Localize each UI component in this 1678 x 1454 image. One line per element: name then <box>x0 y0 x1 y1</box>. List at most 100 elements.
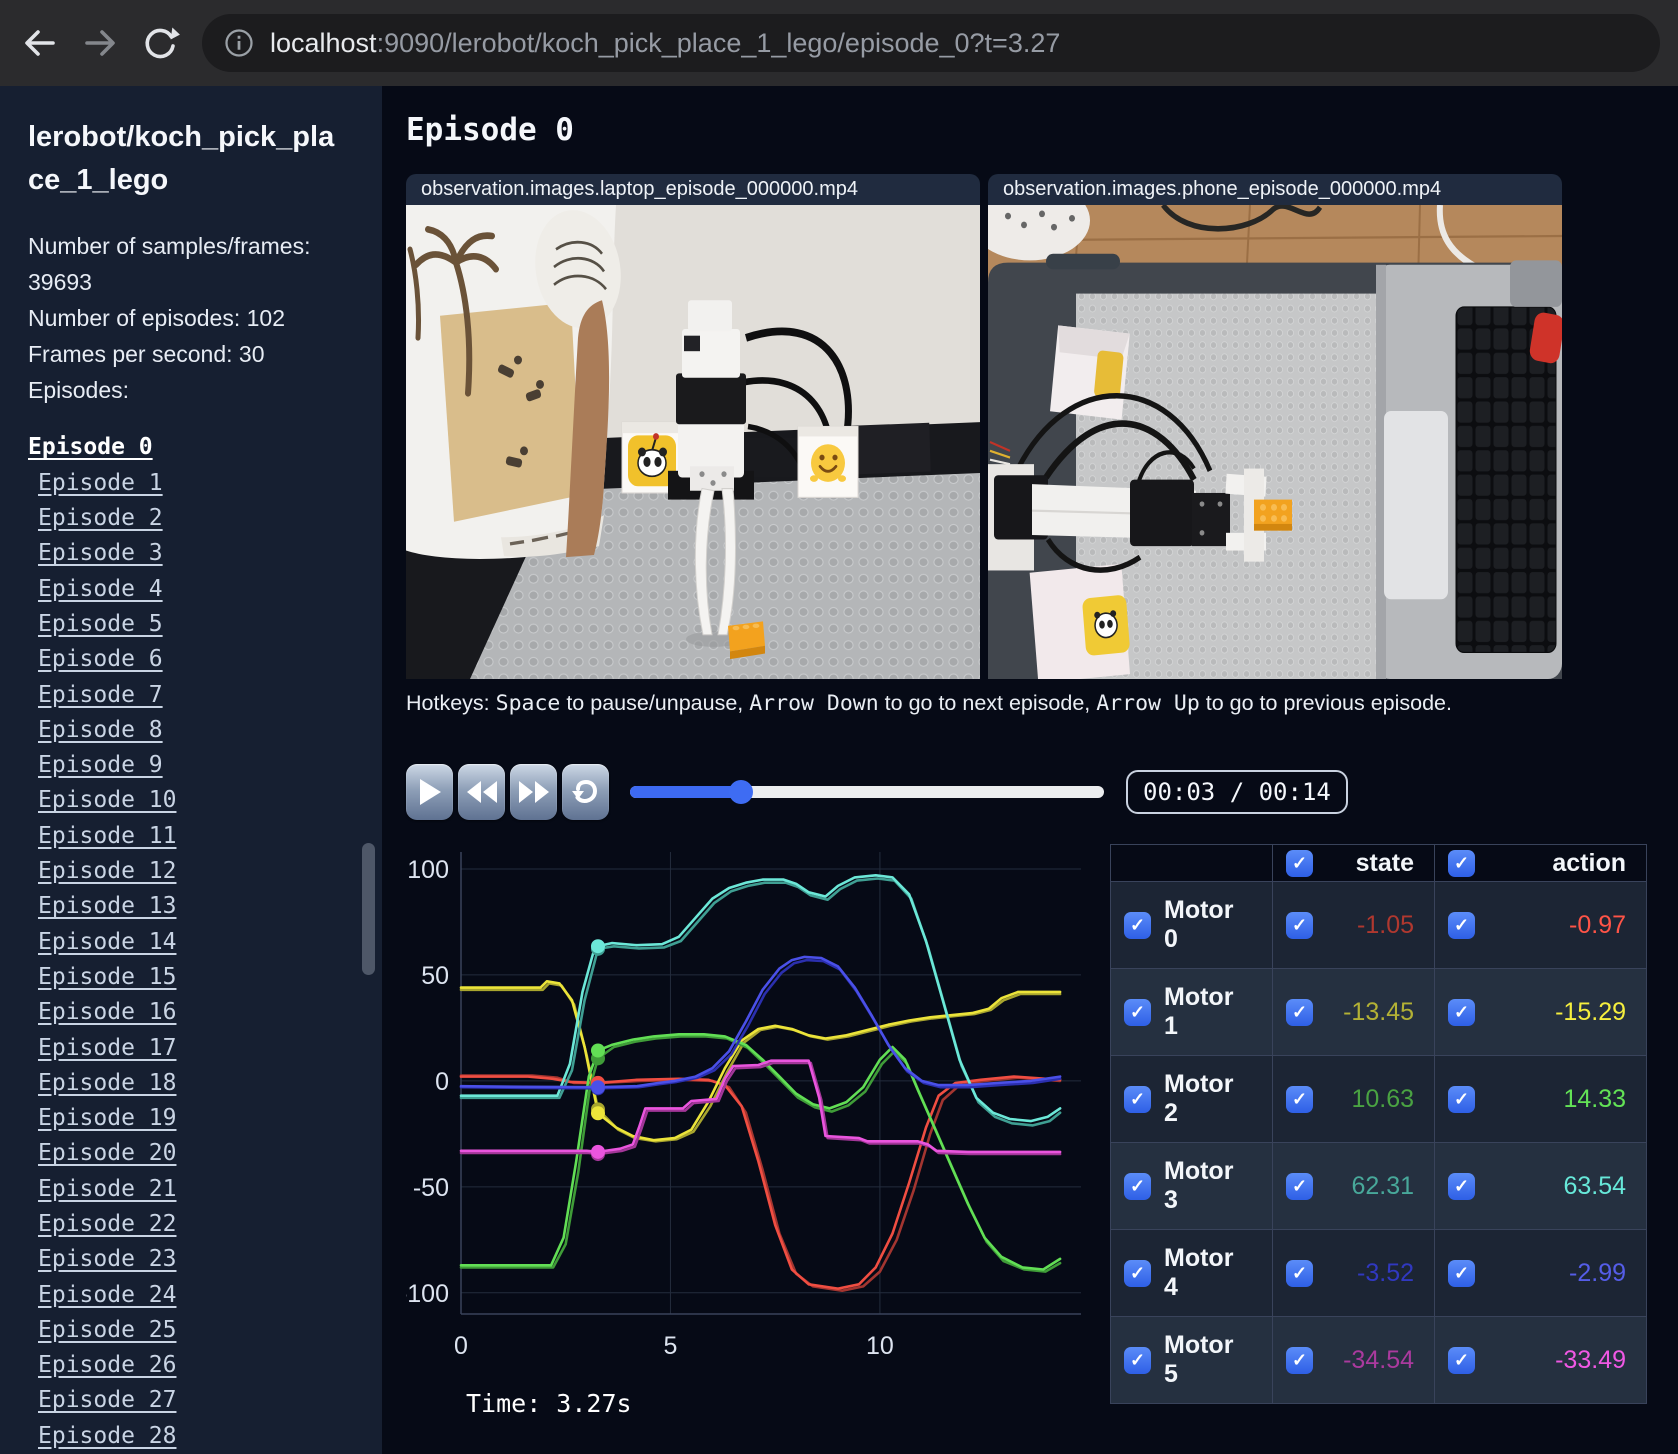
motor-label: Motor 0 <box>1164 896 1234 953</box>
episode-list-item: Episode 27 <box>28 1383 364 1418</box>
sidebar: lerobot/koch_pick_place_1_lego Number of… <box>0 86 382 1454</box>
episode-link-episode-3[interactable]: Episode 3 <box>38 540 163 566</box>
current-time-dot <box>590 1043 605 1058</box>
episode-link-episode-1[interactable]: Episode 1 <box>38 470 163 496</box>
episode-link-episode-2[interactable]: Episode 2 <box>38 505 163 531</box>
checkbox[interactable] <box>1124 1085 1151 1113</box>
episode-link-episode-13[interactable]: Episode 13 <box>38 893 176 919</box>
episode-link-episode-18[interactable]: Episode 18 <box>38 1070 176 1096</box>
forward-arrow-icon[interactable] <box>80 23 120 63</box>
episode-link-episode-0[interactable]: Episode 0 <box>28 434 153 460</box>
checkbox[interactable] <box>1124 1172 1151 1200</box>
episode-link-episode-25[interactable]: Episode 25 <box>38 1317 176 1343</box>
checkbox[interactable] <box>1448 998 1475 1026</box>
checkbox[interactable] <box>1448 1085 1475 1113</box>
episode-link-episode-6[interactable]: Episode 6 <box>38 646 163 672</box>
box-top-left <box>1050 325 1130 420</box>
episode-link-episode-8[interactable]: Episode 8 <box>38 717 163 743</box>
seek-slider[interactable] <box>630 780 1104 804</box>
episode-link-episode-10[interactable]: Episode 10 <box>38 787 176 813</box>
episode-list-item: Episode 2 <box>28 500 364 535</box>
checkbox[interactable] <box>1286 849 1313 877</box>
episode-link-episode-22[interactable]: Episode 22 <box>38 1211 176 1237</box>
sidebar-scrollbar-thumb[interactable] <box>362 843 375 975</box>
video-frame-phone[interactable] <box>988 205 1562 679</box>
episode-list-item: Episode 13 <box>28 889 364 924</box>
checkbox[interactable] <box>1286 1085 1313 1113</box>
checkbox[interactable] <box>1448 911 1475 939</box>
checkbox[interactable] <box>1448 1172 1475 1200</box>
checkbox[interactable] <box>1124 1259 1151 1287</box>
electronics <box>851 422 931 475</box>
checkbox[interactable] <box>1448 1259 1475 1287</box>
info-circle-icon[interactable] <box>224 28 254 58</box>
motor-chart[interactable]: -100 -50 0 50 100 0 5 10 <box>399 844 1106 1360</box>
video-frame-laptop[interactable] <box>406 205 980 679</box>
checkbox[interactable] <box>1286 911 1313 939</box>
episode-list-item: Episode 19 <box>28 1100 364 1135</box>
episode-list-item: Episode 20 <box>28 1136 364 1171</box>
motor-state-value: -3.52 <box>1357 1258 1414 1287</box>
episode-link-episode-27[interactable]: Episode 27 <box>38 1387 176 1413</box>
episode-link-episode-9[interactable]: Episode 9 <box>38 752 163 778</box>
current-time-dot <box>590 1080 605 1095</box>
episode-link-episode-11[interactable]: Episode 11 <box>38 823 176 849</box>
episode-link-episode-15[interactable]: Episode 15 <box>38 964 176 990</box>
episode-link-episode-19[interactable]: Episode 19 <box>38 1105 176 1131</box>
dataset-info-line: Number of samples/frames: 39693 <box>28 232 311 295</box>
dataset-title: lerobot/koch_pick_place_1_lego <box>28 121 335 196</box>
back-arrow-icon[interactable] <box>20 23 60 63</box>
rewind-button[interactable] <box>458 764 505 820</box>
motor-table: state action Motor 0 -1.05 -0.97 Motor 1 -13.4… <box>1110 844 1647 1404</box>
fast-forward-button[interactable] <box>510 764 557 820</box>
checkbox[interactable] <box>1124 998 1151 1026</box>
table-corner-cell <box>1110 844 1273 882</box>
checkbox[interactable] <box>1448 1346 1475 1374</box>
x-tick-label: 5 <box>664 1332 678 1360</box>
chart-line-motor-1-state <box>459 982 1062 1143</box>
episode-link-episode-17[interactable]: Episode 17 <box>38 1035 176 1061</box>
current-time-dot <box>590 1144 605 1159</box>
checkbox[interactable] <box>1286 1259 1313 1287</box>
episode-list-item: Episode 5 <box>28 606 364 641</box>
checkbox[interactable] <box>1448 849 1475 877</box>
motor-state-value: -1.05 <box>1357 910 1414 939</box>
checkbox[interactable] <box>1124 911 1151 939</box>
episode-list-item: Episode 26 <box>28 1348 364 1383</box>
episode-link-episode-7[interactable]: Episode 7 <box>38 682 163 708</box>
y-tick-label: -50 <box>413 1174 449 1202</box>
episode-list-item: Episode 18 <box>28 1065 364 1100</box>
video-title-bar: observation.images.phone_episode_000000.… <box>988 174 1562 205</box>
seek-thumb[interactable] <box>728 780 753 804</box>
episode-link-episode-24[interactable]: Episode 24 <box>38 1282 176 1308</box>
episode-link-episode-21[interactable]: Episode 21 <box>38 1176 176 1202</box>
loop-icon <box>571 779 597 804</box>
loop-button[interactable] <box>562 764 609 820</box>
checkbox[interactable] <box>1286 1172 1313 1200</box>
chart-time-label: Time: 3.27s <box>466 1389 632 1418</box>
player-controls: 00:03 / 00:14 <box>406 764 1678 820</box>
checkbox[interactable] <box>1286 1346 1313 1374</box>
episode-link-episode-28[interactable]: Episode 28 <box>38 1423 176 1449</box>
motor-row: Motor 2 10.63 14.33 <box>1110 1055 1647 1143</box>
episode-link-episode-12[interactable]: Episode 12 <box>38 858 176 884</box>
motor-row: Motor 4 -3.52 -2.99 <box>1110 1229 1647 1317</box>
play-button[interactable] <box>406 764 453 820</box>
episode-list-item: Episode 12 <box>28 853 364 888</box>
episode-link-episode-4[interactable]: Episode 4 <box>38 576 163 602</box>
address-bar[interactable]: localhost:9090/lerobot/koch_pick_place_1… <box>202 14 1660 72</box>
table-clamp <box>1046 253 1120 270</box>
episode-link-episode-23[interactable]: Episode 23 <box>38 1246 176 1272</box>
checkbox[interactable] <box>1286 998 1313 1026</box>
reload-icon[interactable] <box>140 23 180 63</box>
episode-link-episode-26[interactable]: Episode 26 <box>38 1352 176 1378</box>
episode-link-episode-5[interactable]: Episode 5 <box>38 611 163 637</box>
motor-action-value: -0.97 <box>1569 910 1626 939</box>
episode-link-episode-14[interactable]: Episode 14 <box>38 929 176 955</box>
checkbox[interactable] <box>1124 1346 1151 1374</box>
y-tick-label: 100 <box>407 856 449 884</box>
box-bottom-left <box>1029 563 1131 679</box>
motor-action-value: 63.54 <box>1563 1171 1626 1200</box>
episode-link-episode-20[interactable]: Episode 20 <box>38 1140 176 1166</box>
episode-link-episode-16[interactable]: Episode 16 <box>38 999 176 1025</box>
